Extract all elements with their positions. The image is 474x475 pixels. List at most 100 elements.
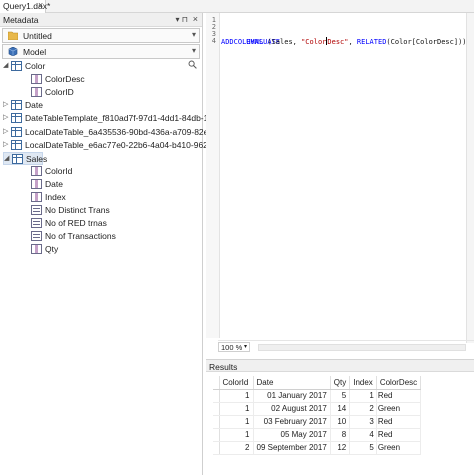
results-grid[interactable]: ColorId Date Qty Index ColorDesc 1 01 Jan… <box>213 376 422 455</box>
column-header[interactable]: ColorId <box>219 376 254 390</box>
perspective-combo[interactable]: Model ▾ <box>2 44 200 59</box>
tree-table-node[interactable]: ▷ Date <box>3 99 199 112</box>
result-cell[interactable]: 14 <box>330 402 351 416</box>
editor-status-bar: 100 % ▾ <box>218 340 474 352</box>
pin-icon[interactable]: ▾ ⊓ <box>176 15 188 24</box>
tree-table-node[interactable]: ▷ LocalDateTable_6a435536-90bd-436a-a709-… <box>3 126 218 139</box>
result-cell[interactable]: 2 <box>219 441 254 455</box>
tree-node-label: ColorID <box>45 87 74 98</box>
chevron-down-icon: ▾ <box>191 46 196 55</box>
model-combo[interactable]: Untitled ▾ <box>2 28 200 43</box>
tree-node-label: LocalDateTable_6a435536-90bd-436a-a709-8… <box>25 126 218 137</box>
tree-table-node[interactable]: ◢ Color <box>3 60 199 73</box>
column-header[interactable]: Date <box>253 376 331 390</box>
result-row[interactable]: 1 03 February 2017 10 3 Red <box>213 415 422 429</box>
result-cell[interactable]: 3 <box>349 415 377 429</box>
result-cell[interactable]: 09 September 2017 <box>253 441 331 455</box>
result-cell[interactable]: 01 January 2017 <box>253 389 331 403</box>
code-area[interactable]: EVALUATE ADDCOLUMNS (Sales, "ColorDesc",… <box>221 13 471 46</box>
result-row[interactable]: 1 01 January 2017 5 1 Red <box>213 389 422 403</box>
result-cell[interactable]: 03 February 2017 <box>253 415 331 429</box>
column-header[interactable]: Index <box>349 376 377 390</box>
expanded-chevron-icon[interactable]: ◢ <box>4 154 12 162</box>
model-combo-value: Untitled <box>23 31 52 41</box>
tree-column-node[interactable]: Index <box>3 191 199 204</box>
code-string: "Color <box>301 38 327 46</box>
zoom-dropdown[interactable]: 100 % ▾ <box>218 342 250 352</box>
metadata-header: Metadata ▾ ⊓ × <box>0 13 202 27</box>
tree-node-label: ColorDesc <box>45 74 85 85</box>
collapsed-chevron-icon[interactable]: ▷ <box>3 140 11 148</box>
result-cell[interactable]: Green <box>376 402 422 416</box>
result-cell[interactable]: 1 <box>219 415 254 429</box>
result-cell[interactable]: 8 <box>330 428 351 442</box>
result-cell[interactable]: 02 August 2017 <box>253 402 331 416</box>
result-cell[interactable]: 1 <box>219 428 254 442</box>
table-icon <box>11 61 22 71</box>
metadata-panel: Metadata ▾ ⊓ × Untitled ▾ Model ▾ ◢ Color… <box>0 13 218 475</box>
collapsed-chevron-icon[interactable]: ▷ <box>3 127 11 135</box>
results-header-row: ColorId Date Qty Index ColorDesc <box>213 376 422 390</box>
table-icon <box>11 113 22 124</box>
column-icon <box>31 178 42 189</box>
tree-column-node[interactable]: ColorID <box>3 86 199 99</box>
tree-table-node[interactable]: ▷ LocalDateTable_e6ac77e0-22b6-4a04-b410-… <box>3 139 217 152</box>
result-cell[interactable]: 1 <box>349 389 377 403</box>
close-panel-icon[interactable]: × <box>193 14 198 24</box>
tree-measure-node[interactable]: No of Transactions <box>3 230 199 243</box>
result-cell[interactable]: 1 <box>219 389 254 403</box>
table-icon <box>11 139 22 150</box>
editor-horizontal-scrollbar[interactable] <box>258 344 466 351</box>
chevron-down-icon: ▾ <box>243 344 247 350</box>
collapsed-chevron-icon[interactable]: ▷ <box>3 113 11 121</box>
tree-node-label: Color <box>25 61 46 71</box>
query-editor[interactable]: 1 2 3 4 EVALUATE ADDCOLUMNS (Sales, "Col… <box>206 13 474 353</box>
result-cell[interactable]: 05 May 2017 <box>253 428 331 442</box>
result-cell[interactable]: Red <box>376 428 422 442</box>
result-cell[interactable]: 2 <box>349 402 377 416</box>
measure-icon <box>31 205 42 216</box>
results-title: Results <box>209 362 238 372</box>
code-text: (Color[ColorDesc])); <box>386 38 471 46</box>
tree-table-node[interactable]: ▷ DateTableTemplate_f810ad7f-97d1-4dd1-84… <box>3 112 213 125</box>
tree-table-node[interactable]: ◢ Sales <box>3 151 47 165</box>
collapsed-chevron-icon[interactable]: ▷ <box>3 100 11 108</box>
result-cell[interactable]: 4 <box>349 428 377 442</box>
result-cell[interactable]: 10 <box>330 415 351 429</box>
editor-vertical-scrollbar[interactable] <box>466 13 474 343</box>
result-cell[interactable]: 5 <box>349 441 377 455</box>
column-header[interactable]: Qty <box>330 376 351 390</box>
result-cell[interactable]: 1 <box>219 402 254 416</box>
tab-close-icon[interactable]: × <box>38 0 43 10</box>
column-header[interactable]: ColorDesc <box>376 376 422 390</box>
result-row[interactable]: 2 09 September 2017 12 5 Green <box>213 441 422 455</box>
tab-query1[interactable]: Query1.dax* × <box>0 0 50 13</box>
expanded-chevron-icon[interactable]: ◢ <box>3 61 11 69</box>
function-related: RELATED <box>356 38 387 46</box>
tree-measure-node[interactable]: No Distinct Trans <box>3 204 199 217</box>
tree-node-label: Sales <box>26 153 48 164</box>
results-pane: ColorId Date Qty Index ColorDesc 1 01 Jan… <box>206 373 474 475</box>
result-cell[interactable]: 12 <box>330 441 351 455</box>
tree-column-node[interactable]: ColorDesc <box>3 73 199 86</box>
result-row[interactable]: 1 05 May 2017 8 4 Red <box>213 428 422 442</box>
tree-node-label: ColorId <box>45 165 73 176</box>
result-cell[interactable]: Green <box>376 441 422 455</box>
column-icon <box>31 87 42 98</box>
tree-column-node[interactable]: Date <box>3 178 199 191</box>
measure-icon <box>31 218 42 229</box>
tree-node-label: No of Transactions <box>45 231 116 242</box>
tree-node-label: Date <box>45 178 63 189</box>
tree-measure-node[interactable]: No of RED trnas <box>3 217 199 230</box>
result-cell[interactable]: 5 <box>330 389 351 403</box>
perspective-combo-value: Model <box>23 47 47 57</box>
tree-node-label: No Distinct Trans <box>45 205 110 216</box>
result-cell[interactable]: Red <box>376 415 422 429</box>
tree-column-node[interactable]: Qty <box>3 243 199 256</box>
result-row[interactable]: 1 02 August 2017 14 2 Green <box>213 402 422 416</box>
code-text: , <box>348 38 357 46</box>
result-cell[interactable]: Red <box>376 389 422 403</box>
table-icon <box>12 153 23 164</box>
tree-column-node[interactable]: ColorId <box>3 165 199 178</box>
results-header: Results <box>206 359 474 372</box>
